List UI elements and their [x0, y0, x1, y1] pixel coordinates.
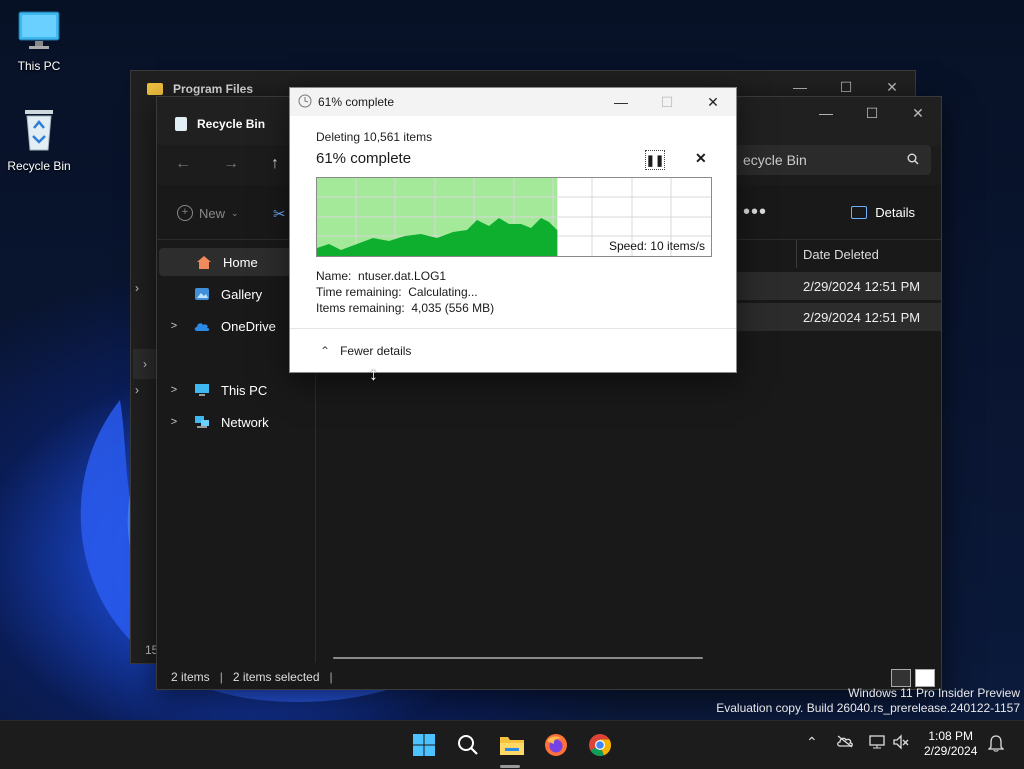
plus-circle-icon: + — [177, 205, 193, 221]
chevron-right-icon[interactable]: › — [135, 383, 139, 397]
fewer-details-button[interactable]: Fewer details — [340, 344, 411, 358]
more-options-button[interactable]: ••• — [743, 201, 767, 224]
tab-label: Recycle Bin — [197, 117, 266, 131]
new-label: New — [199, 205, 226, 221]
clock-date: 2/29/2024 — [924, 744, 978, 758]
name-row: Name: ntuser.dat.LOG1 — [316, 268, 494, 284]
home-icon — [193, 255, 215, 270]
onedrive-cloud-icon — [191, 320, 213, 332]
search-icon[interactable] — [454, 731, 482, 759]
time-remaining-row: Time remaining: Calculating... — [316, 284, 494, 300]
status-separator: | — [329, 670, 333, 684]
search-box[interactable]: ecycle Bin — [731, 145, 931, 175]
desktop-icon-recycle-bin[interactable]: Recycle Bin — [3, 106, 75, 173]
clock-time: 1:08 PM — [928, 729, 974, 743]
monitor-icon — [191, 383, 213, 397]
chevron-up-icon[interactable]: ⌃ — [806, 734, 818, 751]
start-icon[interactable] — [410, 731, 438, 759]
chevron-down-icon: ⌄ — [231, 207, 239, 218]
chevron-up-icon[interactable]: ⌃ — [320, 344, 330, 358]
up-arrow-icon[interactable]: ↑ — [271, 155, 279, 173]
watermark-line-2: Evaluation copy. Build 26040.rs_prerelea… — [716, 701, 1020, 715]
recycle-bin-icon — [3, 106, 75, 155]
items-remaining-value: 4,035 (556 MB) — [411, 301, 495, 315]
progress-details: Name: ntuser.dat.LOG1 Time remaining: Ca… — [316, 268, 494, 316]
delete-progress-dialog[interactable]: 61% complete — ☐ ✕ Deleting 10,561 items… — [289, 87, 737, 373]
status-item-count: 2 items — [171, 670, 210, 684]
cut-icon[interactable]: ✂ — [273, 205, 286, 223]
back-arrow-icon[interactable]: ← — [175, 155, 191, 173]
tiles-view-icon[interactable] — [915, 669, 935, 687]
watermark-line-1: Windows 11 Pro Insider Preview — [848, 686, 1020, 700]
notification-bell-icon[interactable] — [987, 734, 1005, 755]
desktop-icon-label: Recycle Bin — [7, 159, 71, 173]
close-icon[interactable]: ✕ — [690, 88, 736, 116]
chevron-right-icon[interactable]: > — [157, 416, 191, 428]
search-input[interactable]: ecycle Bin — [743, 152, 807, 168]
file-explorer-icon[interactable] — [498, 731, 526, 759]
minimize-icon[interactable]: — — [598, 88, 644, 116]
monitor-icon — [3, 10, 75, 55]
evaluation-watermark: Windows 11 Pro Insider Preview Evaluatio… — [716, 686, 1020, 716]
operation-description: Deleting 10,561 items — [316, 130, 433, 144]
details-pane-icon — [851, 206, 868, 219]
details-button[interactable]: Details — [851, 205, 915, 220]
name-value: ntuser.dat.LOG1 — [358, 269, 447, 283]
time-remaining-value: Calculating... — [408, 285, 478, 299]
folder-icon — [147, 83, 163, 95]
window-title: Program Files — [173, 82, 254, 96]
name-label: Name: — [316, 269, 352, 283]
sidebar-item-label: This PC — [221, 382, 268, 398]
gallery-icon — [191, 287, 213, 301]
onedrive-offline-icon[interactable] — [836, 734, 854, 751]
chrome-icon[interactable] — [586, 731, 614, 759]
horizontal-scrollbar[interactable] — [333, 657, 703, 659]
time-remaining-label: Time remaining: — [316, 285, 402, 299]
network-icon — [191, 415, 213, 429]
sidebar-item-this-pc[interactable]: > This PC — [157, 376, 315, 404]
recycle-bin-icon — [175, 117, 187, 131]
taskbar: ⌃ 1:08 PM 2/29/2024 — [0, 720, 1024, 769]
speed-label: Speed: 10 items/s — [608, 239, 705, 253]
pause-button[interactable]: ❚❚ — [645, 150, 665, 170]
progress-graph: Speed: 10 items/s — [316, 177, 712, 257]
firefox-icon[interactable] — [542, 731, 570, 759]
date-deleted-cell: 2/29/2024 12:51 PM — [803, 309, 921, 325]
chevron-right-icon[interactable]: > — [157, 320, 191, 332]
column-header-date-deleted[interactable]: Date Deleted — [796, 240, 879, 268]
forward-arrow-icon[interactable]: → — [223, 155, 239, 173]
maximize-icon[interactable]: ☐ — [849, 97, 895, 129]
clock-icon — [298, 94, 312, 111]
sidebar-item-network[interactable]: > Network — [157, 408, 315, 436]
status-separator: | — [219, 670, 223, 684]
minimize-icon[interactable]: — — [803, 97, 849, 129]
details-label: Details — [875, 205, 915, 220]
chevron-right-icon[interactable]: > — [157, 384, 191, 396]
desktop-icon-label: This PC — [17, 59, 61, 73]
chevron-right-icon[interactable]: › — [133, 349, 157, 379]
chevron-right-icon[interactable]: › — [135, 281, 139, 295]
sidebar-item-label: Gallery — [221, 286, 263, 302]
date-deleted-cell: 2/29/2024 12:51 PM — [803, 278, 921, 294]
items-remaining-label: Items remaining: — [316, 301, 405, 315]
sidebar-item-label: OneDrive — [221, 318, 276, 334]
sidebar-item-label: Network — [221, 414, 269, 430]
desktop-icon-this-pc[interactable]: This PC — [3, 10, 75, 73]
search-icon — [907, 152, 919, 168]
resize-cursor-icon: ↕ — [369, 364, 378, 384]
progress-heading: 61% complete — [316, 150, 412, 167]
sidebar-item-label: Home — [223, 254, 258, 270]
close-icon[interactable]: ✕ — [895, 97, 941, 129]
volume-muted-icon[interactable] — [892, 734, 910, 753]
details-view-icon[interactable] — [891, 669, 911, 687]
items-remaining-row: Items remaining: 4,035 (556 MB) — [316, 300, 494, 316]
dialog-title: 61% complete — [318, 95, 395, 109]
network-status-icon[interactable] — [868, 734, 886, 753]
cancel-button[interactable]: ✕ — [695, 150, 707, 167]
taskbar-clock[interactable]: 1:08 PM 2/29/2024 — [924, 729, 977, 759]
dialog-footer: ⌃ Fewer details — [290, 328, 736, 373]
new-button[interactable]: + New ⌄ — [177, 205, 239, 221]
maximize-icon: ☐ — [660, 93, 674, 110]
status-selected-count: 2 items selected — [232, 670, 320, 684]
